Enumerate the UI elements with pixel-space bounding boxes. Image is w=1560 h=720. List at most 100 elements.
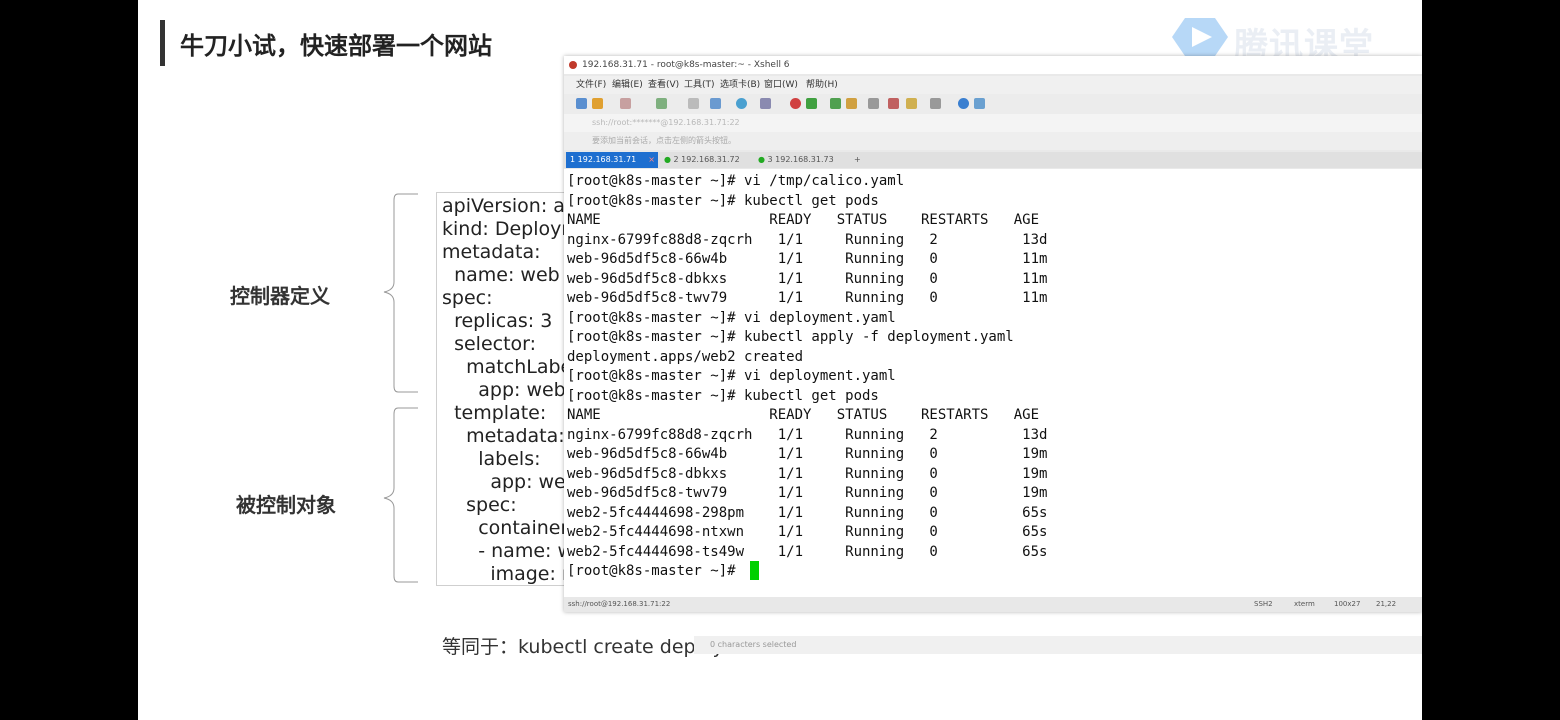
terminal-line: web-96d5df5c8-66w4b 1/1 Running 0 19m: [567, 446, 1048, 462]
label-controller-definition: 控制器定义: [230, 284, 330, 308]
yaml-line: image: n: [442, 563, 574, 585]
terminal-line: web-96d5df5c8-twv79 1/1 Running 0 19m: [567, 485, 1048, 501]
terminal[interactable]: [root@k8s-master ~]# vi /tmp/calico.yaml…: [564, 169, 1422, 597]
selection-text: 0 characters selected: [710, 640, 797, 649]
disconnect-icon[interactable]: [620, 98, 631, 109]
hint-text: 要添加当前会话，点击左侧的箭头按钮。: [592, 136, 736, 145]
yaml-line: spec:: [442, 494, 517, 516]
xftp-icon[interactable]: [790, 98, 801, 109]
tab-label: 3 192.168.31.73: [767, 155, 834, 164]
search-icon[interactable]: [688, 98, 699, 109]
terminal-line: web2-5fc4444698-298pm 1/1 Running 0 65s: [567, 504, 1048, 521]
status-dot-icon: ●: [758, 155, 765, 164]
yaml-line: template:: [442, 402, 547, 424]
terminal-line: deployment.apps/web2 created: [567, 348, 804, 365]
terminal-line: web-96d5df5c8-dbkxs 1/1 Running 0 11m: [567, 270, 1048, 287]
window-title-bar[interactable]: 192.168.31.71 - root@k8s-master:~ - Xshe…: [564, 56, 1422, 74]
close-icon[interactable]: ×: [648, 152, 655, 168]
properties-icon[interactable]: [656, 98, 667, 109]
yaml-line: matchLabe: [442, 356, 573, 378]
status-size: 100x27: [1334, 600, 1361, 608]
globe-icon[interactable]: [736, 98, 747, 109]
terminal-line: web2-5fc4444698-ts49w 1/1 Running 0 65s: [567, 543, 1048, 560]
terminal-line: web2-5fc4444698-ntxwn 1/1 Running 0 65s: [567, 524, 1048, 540]
yaml-line: metadata:: [442, 425, 565, 447]
tab-label: 1 192.168.31.71: [570, 155, 637, 164]
open-folder-icon[interactable]: [592, 98, 603, 109]
terminal-line: [root@k8s-master ~]# vi deployment.yaml: [567, 309, 896, 326]
yaml-line: replicas: 3: [442, 310, 553, 332]
tab-session-2[interactable]: ● 2 192.168.31.72: [660, 152, 752, 168]
label-controlled-object: 被控制对象: [236, 493, 336, 517]
layout-icon[interactable]: [930, 98, 941, 109]
menu-help[interactable]: 帮助(H): [806, 76, 838, 94]
toolbar: [564, 94, 1422, 114]
terminal-line: [root@k8s-master ~]# kubectl apply -f de…: [567, 329, 1014, 345]
tab-label: 2 192.168.31.72: [673, 155, 740, 164]
title-accent-bar: [160, 20, 165, 66]
address-bar[interactable]: ssh://root:*******@192.168.31.71:22: [564, 114, 1422, 132]
chat-icon[interactable]: [974, 98, 985, 109]
status-protocol: SSH2: [1254, 600, 1273, 608]
menu-tab[interactable]: 选项卡(B): [720, 76, 760, 94]
terminal-line: NAME READY STATUS RESTARTS AGE: [567, 407, 1040, 423]
session-hint-bar: 要添加当前会话，点击左侧的箭头按钮。: [564, 132, 1422, 150]
terminal-line: [root@k8s-master ~]# kubectl get pods: [567, 387, 879, 404]
help-icon[interactable]: [958, 98, 969, 109]
terminal-line: [root@k8s-master ~]#: [567, 563, 745, 579]
terminal-line: [root@k8s-master ~]# vi /tmp/calico.yaml: [567, 173, 905, 189]
status-terminal-type: xterm: [1294, 600, 1315, 608]
status-dot-icon: ●: [664, 155, 671, 164]
new-tab-button[interactable]: +: [852, 152, 864, 168]
menu-file[interactable]: 文件(F): [576, 76, 606, 94]
window-title: 192.168.31.71 - root@k8s-master:~ - Xshe…: [582, 60, 790, 70]
xshell-app-icon: [569, 61, 577, 69]
equivalent-command-text: 等同于：kubectl create deploy: [442, 636, 724, 658]
new-session-icon[interactable]: [576, 98, 587, 109]
session-tabs: 1 192.168.31.71 × ● 2 192.168.31.72 ● 3 …: [564, 152, 1422, 168]
menu-bar: 文件(F) 编辑(E) 查看(V) 工具(T) 选项卡(B) 窗口(W) 帮助(…: [564, 76, 1422, 94]
status-cursor-pos: 21,22: [1376, 600, 1397, 608]
xshell-window[interactable]: 192.168.31.71 - root@k8s-master:~ - Xshe…: [564, 56, 1422, 612]
tab-session-3[interactable]: ● 3 192.168.31.73: [754, 152, 846, 168]
menu-view[interactable]: 查看(V): [648, 76, 679, 94]
selection-status-bar: 0 characters selected: [694, 636, 1422, 654]
terminal-line: nginx-6799fc88d8-zqcrh 1/1 Running 2 13d: [567, 426, 1048, 443]
terminal-line: NAME READY STATUS RESTARTS AGE: [567, 212, 1040, 228]
menu-window[interactable]: 窗口(W): [764, 76, 798, 94]
pin-icon[interactable]: [888, 98, 899, 109]
terminal-line: web-96d5df5c8-twv79 1/1 Running 0 11m: [567, 290, 1048, 306]
yaml-line: spec:: [442, 287, 493, 309]
terminal-line: [root@k8s-master ~]# kubectl get pods: [567, 192, 879, 209]
folder-icon[interactable]: [906, 98, 917, 109]
address-text[interactable]: ssh://root:*******@192.168.31.71:22: [592, 114, 740, 132]
yaml-line: labels:: [442, 448, 541, 470]
yaml-line: - name: w: [442, 540, 573, 562]
yaml-line: kind: Deploym: [442, 218, 578, 240]
tab-session-1[interactable]: 1 192.168.31.71 ×: [566, 152, 658, 168]
terminal-cursor: [750, 561, 759, 580]
terminal-line: web-96d5df5c8-dbkxs 1/1 Running 0 19m: [567, 465, 1048, 482]
copy-icon[interactable]: [710, 98, 721, 109]
yaml-line: app: web: [442, 379, 566, 401]
menu-tools[interactable]: 工具(T): [684, 76, 715, 94]
brace-lines: [383, 193, 418, 583]
yaml-line: name: web: [442, 264, 560, 286]
menu-edit[interactable]: 编辑(E): [612, 76, 643, 94]
fullscreen-icon[interactable]: [830, 98, 841, 109]
terminal-line: [root@k8s-master ~]# vi deployment.yaml: [567, 368, 896, 384]
play-logo-icon: [1172, 18, 1228, 56]
yaml-line: apiVersion: ap: [442, 195, 577, 217]
terminal-line: web-96d5df5c8-66w4b 1/1 Running 0 11m: [567, 251, 1048, 267]
yaml-line: containers: [442, 517, 578, 539]
font-icon[interactable]: [760, 98, 771, 109]
lock-icon[interactable]: [846, 98, 857, 109]
status-connection: ssh://root@192.168.31.71:22: [568, 600, 671, 608]
yaml-line: metadata:: [442, 241, 541, 263]
keyboard-icon[interactable]: [868, 98, 879, 109]
yaml-line: app: web: [442, 471, 578, 493]
status-bar: ssh://root@192.168.31.71:22 SSH2 xterm 1…: [564, 597, 1422, 612]
slide-title: 牛刀小试，快速部署一个网站: [180, 32, 492, 60]
yaml-code-box: apiVersion: ap kind: Deploym metadata: n…: [436, 192, 578, 586]
script-icon[interactable]: [806, 98, 817, 109]
